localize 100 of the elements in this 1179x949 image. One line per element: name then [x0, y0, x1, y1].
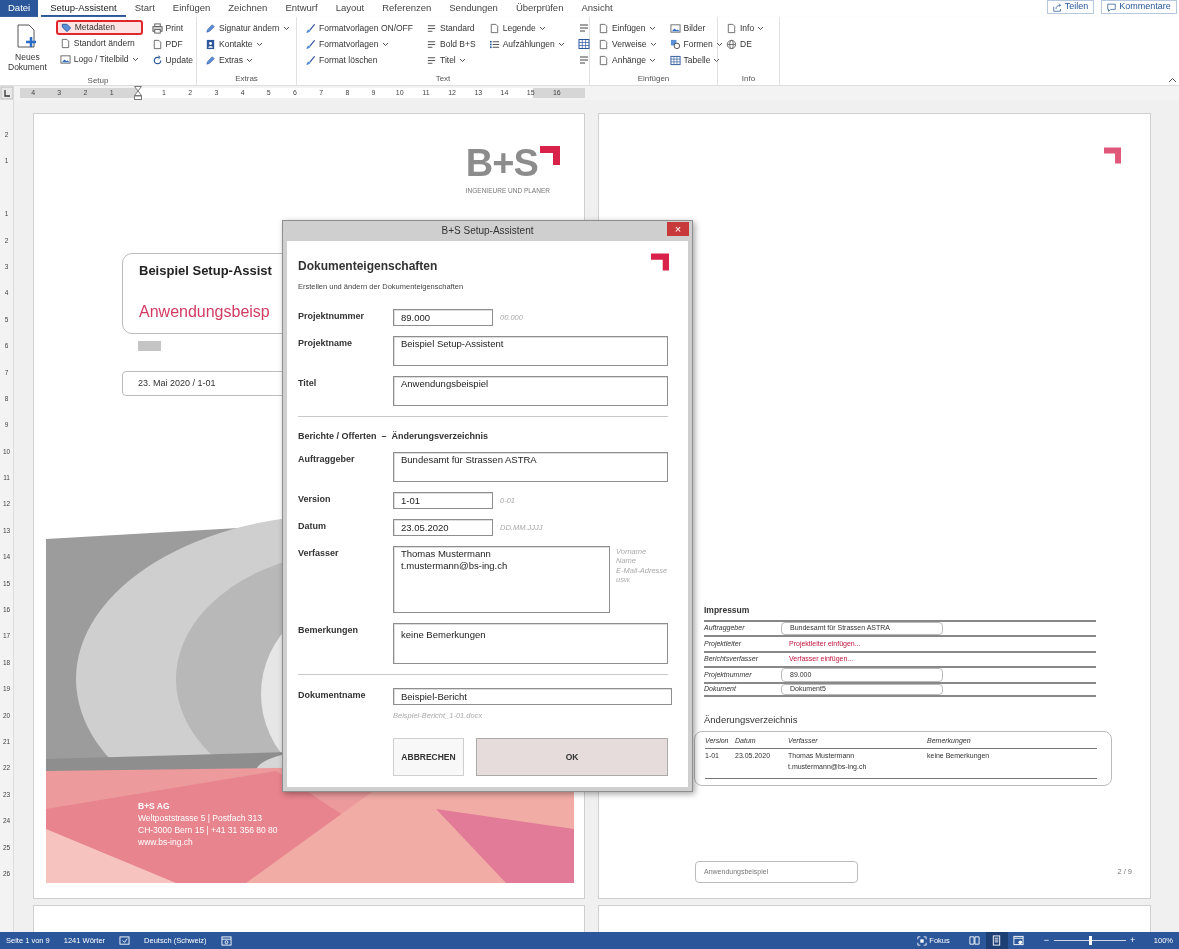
macro-icon[interactable]	[220, 935, 232, 946]
image-icon	[669, 22, 681, 34]
caret-icon	[715, 41, 723, 47]
read-mode-icon[interactable]	[969, 935, 981, 946]
input-field[interactable]: keine Bemerkungen	[393, 622, 668, 664]
input-field[interactable]: Thomas Mustermann t.mustermann@bs-ing.ch	[393, 545, 610, 613]
caret-icon	[649, 41, 657, 47]
ribbon-button[interactable]: Bold B+S	[422, 36, 480, 52]
address-line: B+S AG	[138, 800, 171, 812]
slider-thumb[interactable]	[1088, 936, 1092, 945]
document-icon	[598, 38, 609, 50]
pen-icon	[205, 54, 216, 66]
group-label: Text	[434, 73, 452, 85]
comments-button[interactable]: Kommentare	[1101, 0, 1177, 14]
ribbon-button[interactable]: Titel	[422, 52, 480, 68]
field-label: Bemerkungen	[298, 623, 360, 637]
brush-icon	[305, 22, 316, 34]
ribbon-button[interactable]: Logo / Titelbild	[55, 51, 143, 67]
ribbon-tab[interactable]: Referenzen	[373, 0, 441, 17]
ribbon-button[interactable]: Formatvorlagen ON/OFF	[301, 20, 417, 36]
zoom-out-button[interactable]: −	[1043, 933, 1050, 948]
ribbon-button[interactable]: Anhänge	[594, 52, 661, 68]
ribbon-button[interactable]: Standort ändern	[55, 35, 143, 51]
ribbon-tab[interactable]: Entwurf	[276, 0, 327, 17]
ribbon-button[interactable]: Extras	[201, 52, 294, 68]
input-field[interactable]: 1-01	[393, 491, 493, 509]
caret-icon	[648, 25, 656, 31]
ribbon-button[interactable]: Einfügen	[594, 20, 661, 36]
ribbon-tab[interactable]: Setup-Assistent	[41, 0, 126, 17]
ribbon-button[interactable]: Neues Dokument	[4, 20, 51, 75]
web-layout-icon[interactable]	[1013, 935, 1025, 946]
caret-icon	[713, 57, 721, 63]
image-icon	[59, 53, 71, 65]
field-label: Version	[298, 492, 332, 506]
proofing-icon[interactable]	[119, 935, 131, 946]
print-layout-icon[interactable]	[991, 935, 1003, 946]
ribbon-button[interactable]: Legende	[484, 20, 569, 36]
document-icon	[598, 54, 609, 66]
ribbon-button[interactable]: Signatur ändern	[201, 20, 294, 36]
table-icon[interactable]	[577, 38, 590, 50]
input-field[interactable]: Anwendungsbeispiel	[393, 376, 668, 407]
collapse-icon[interactable]	[1167, 76, 1177, 83]
ribbon-tab[interactable]: Sendungen	[440, 0, 507, 17]
text-lines-icon	[426, 54, 437, 66]
caret-icon	[381, 41, 389, 47]
ribbon-tab[interactable]: Zeichnen	[219, 0, 277, 17]
document-icon	[59, 37, 71, 49]
ribbon-tab[interactable]: Ansicht	[572, 0, 622, 17]
ribbon-button[interactable]: Print	[147, 20, 197, 36]
share-button[interactable]: Teilen	[1046, 0, 1095, 14]
caret-icon	[649, 57, 657, 63]
brush-icon	[305, 54, 316, 66]
ribbon-button[interactable]: Formatvorlagen	[301, 36, 417, 52]
caret-icon	[458, 57, 466, 63]
input-field[interactable]: Beispiel-Bericht	[393, 687, 672, 705]
logo-mark-icon	[651, 253, 669, 271]
ribbon-button[interactable]: Update	[147, 52, 197, 68]
ok-button[interactable]: OK	[476, 738, 668, 777]
table-icon	[669, 54, 681, 66]
group-label: Einfügen	[636, 73, 671, 85]
ribbon-tab[interactable]: Start	[125, 0, 164, 17]
caret-icon	[255, 41, 263, 47]
caret-icon	[557, 41, 565, 47]
indent-marker-icon[interactable]	[133, 86, 142, 100]
input-field[interactable]: Beispiel Setup-Assistent	[393, 336, 668, 367]
document-icon	[726, 22, 737, 34]
contact-card-icon	[205, 38, 216, 50]
input-field[interactable]: Bundesamt für Strassen ASTRA	[393, 451, 668, 482]
ribbon-button[interactable]: Format löschen	[301, 52, 417, 68]
field-label: Auftraggeber	[298, 452, 356, 466]
zoom-in-button[interactable]: +	[1130, 933, 1136, 948]
ribbon-button[interactable]: Kontakte	[201, 36, 294, 52]
file-tab[interactable]: Datei	[0, 0, 39, 17]
logo-text: B+S	[465, 144, 538, 182]
input-field[interactable]: 23.05.2020	[393, 518, 493, 536]
tag-icon	[60, 22, 72, 33]
ribbon-button[interactable]: PDF	[147, 36, 197, 52]
shapes-icon	[669, 38, 681, 50]
field-label: Verfasser	[298, 546, 340, 560]
caret-icon	[282, 25, 290, 31]
ribbon-button[interactable]: Verweise	[594, 36, 661, 52]
ribbon-button[interactable]: Aufzählungen	[484, 36, 569, 52]
ribbon-button[interactable]: Standard	[422, 20, 480, 36]
ribbon-tab[interactable]: Einfügen	[163, 0, 220, 17]
cancel-button[interactable]: ABBRECHEN	[393, 738, 465, 777]
section-heading: Impressum	[704, 604, 751, 617]
group-label: Info	[740, 73, 757, 85]
ribbon-button[interactable]: Metadaten	[55, 20, 143, 35]
globe-icon	[726, 38, 737, 50]
ribbon-tab[interactable]: Überprüfen	[506, 0, 573, 17]
close-button[interactable]: ×	[667, 222, 689, 236]
ribbon-tab[interactable]: Layout	[326, 0, 374, 17]
field-label: Titel	[298, 377, 318, 391]
caret-icon	[757, 25, 765, 31]
tab-stop-icon[interactable]	[0, 86, 14, 100]
section-heading: Berichte / Offerten – Änderungsverzeichnis	[298, 430, 490, 444]
address-line: Weltpoststrasse 5 | Postfach 313	[138, 812, 263, 824]
input-field[interactable]: 89.000	[393, 309, 493, 327]
ribbon-button[interactable]: Tabelle	[665, 52, 727, 68]
document-subtitle: Anwendungsbeisp	[139, 302, 270, 323]
